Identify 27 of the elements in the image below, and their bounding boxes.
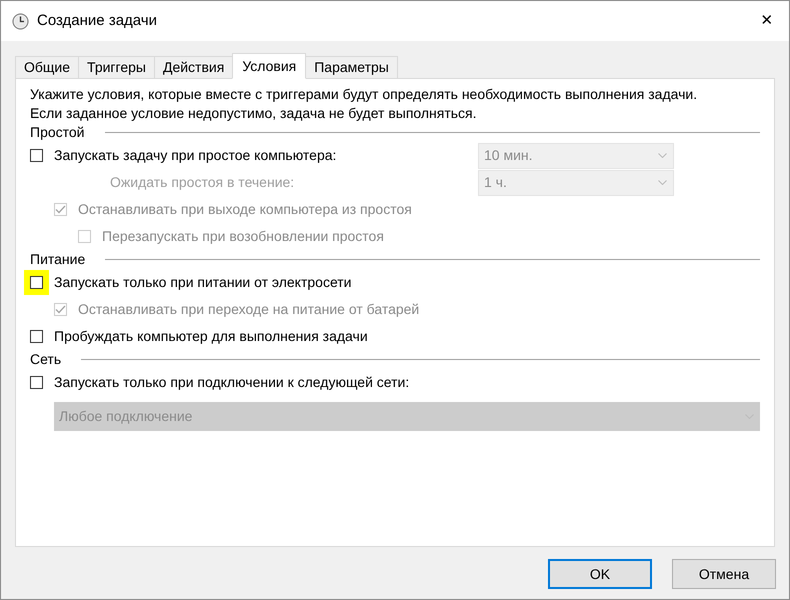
- checkbox[interactable]: [30, 276, 43, 289]
- section-heading: Простой: [30, 123, 84, 142]
- instruction-text: Укажите условия, которые вместе с триггерами будут определять необходимость выполнения задачи.: [30, 85, 698, 104]
- section-heading: Питание: [30, 250, 86, 269]
- section-heading: Сеть: [30, 350, 62, 369]
- checkbox-label: Пробуждать компьютер для выполнения задачи: [54, 327, 368, 346]
- field-label: Ожидать простоя в течение:: [110, 173, 294, 192]
- checkbox-label: Запускать задачу при простое компьютера:: [54, 146, 336, 165]
- tab[interactable]: Условия: [232, 53, 306, 79]
- checkbox[interactable]: [30, 149, 43, 162]
- dialog-button[interactable]: Отмена: [672, 559, 776, 589]
- tab[interactable]: Общие: [15, 56, 80, 79]
- checkbox-label: Перезапускать при возобновлении простоя: [102, 227, 384, 246]
- instruction-text: Если заданное условие недопустимо, задача не будет выполняться.: [30, 104, 478, 123]
- checkbox[interactable]: [30, 376, 43, 389]
- clock-icon: [12, 12, 29, 30]
- checkbox-label: Останавливать при выходе компьютера из простоя: [78, 200, 412, 219]
- chevron-down-icon: [658, 180, 667, 185]
- dialog-button[interactable]: OK: [548, 559, 652, 589]
- chevron-down-icon: [658, 153, 667, 158]
- checkbox[interactable]: [30, 330, 43, 343]
- checkbox-label: Запускать только при питании от электросети: [54, 273, 352, 292]
- close-button[interactable]: ✕: [745, 1, 789, 41]
- window-title: Создание задачи: [37, 10, 157, 31]
- tab[interactable]: Параметры: [305, 56, 398, 79]
- checkbox-label: Запускать только при подключении к следующей сети:: [54, 373, 410, 392]
- checkbox-label: Останавливать при переходе на питание от батарей: [78, 300, 420, 319]
